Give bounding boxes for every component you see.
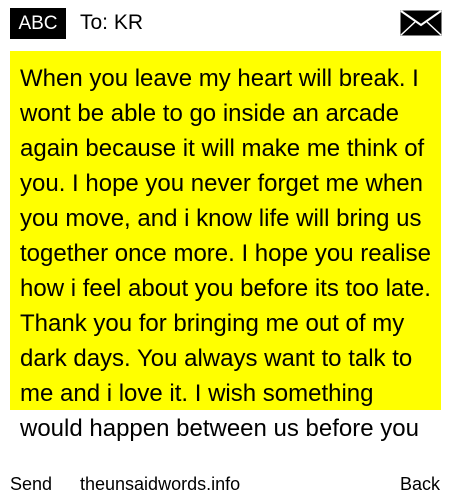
message-area[interactable]: When you leave my heart will break. I wo… — [10, 51, 441, 500]
envelope-icon[interactable] — [400, 10, 442, 36]
input-mode-button[interactable]: ABC — [10, 8, 66, 39]
header-bar: ABC To: KR — [0, 0, 450, 46]
softkey-bar: Send theunsaidwords.info Back — [0, 473, 450, 500]
message-body: When you leave my heart will break. I wo… — [20, 65, 431, 442]
back-softkey[interactable]: Back — [400, 473, 440, 495]
recipient-label: To: KR — [80, 11, 144, 34]
message-screen: ABC To: KR When you leave my heart will … — [0, 0, 450, 500]
send-softkey[interactable]: Send — [10, 473, 52, 495]
site-watermark: theunsaidwords.info — [80, 474, 241, 494]
